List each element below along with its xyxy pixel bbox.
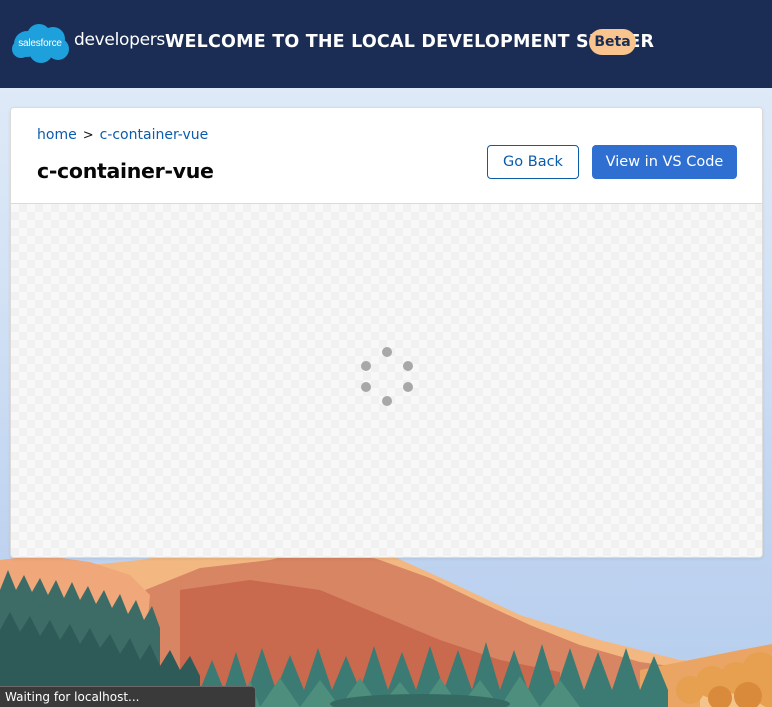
view-in-vscode-button[interactable]: View in VS Code [592,145,737,179]
spinner-dot [361,361,371,371]
component-preview-area [11,204,762,557]
top-header: salesforce developers WELCOME TO THE LOC… [0,0,772,88]
go-back-button[interactable]: Go Back [487,145,579,179]
breadcrumb: home > c-container-vue [37,127,208,143]
component-card: home > c-container-vue c-container-vue G… [10,107,763,558]
breadcrumb-separator: > [82,127,94,143]
product-name: developers [74,30,165,50]
browser-status-bar: Waiting for localhost... [0,686,256,707]
spinner-dot [361,382,371,392]
spinner-dot [382,396,392,406]
card-header: home > c-container-vue c-container-vue G… [11,108,762,204]
spinner-dot [403,382,413,392]
breadcrumb-home-link[interactable]: home [37,127,77,143]
welcome-heading: WELCOME TO THE LOCAL DEVELOPMENT SERVER [165,32,655,52]
salesforce-logo[interactable]: salesforce [9,22,71,64]
logo-wordmark: salesforce [18,37,62,49]
beta-badge: Beta [589,29,636,55]
breadcrumb-current-link[interactable]: c-container-vue [100,127,209,143]
spinner-dot [403,361,413,371]
spinner-dot [382,347,392,357]
page-title: c-container-vue [37,159,214,183]
spinner-icon [359,347,415,411]
